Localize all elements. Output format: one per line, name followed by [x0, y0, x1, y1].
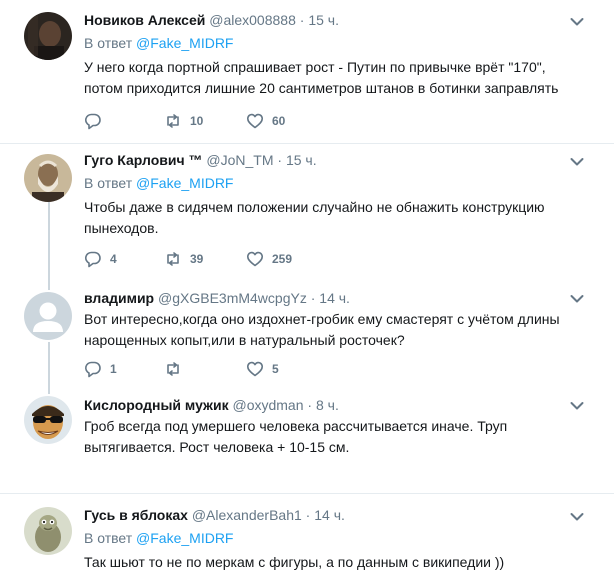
like-icon [246, 361, 264, 377]
timestamp[interactable]: 14 ч. [314, 507, 345, 523]
more-menu-button[interactable] [570, 17, 584, 27]
timestamp[interactable]: 15 ч. [286, 152, 317, 168]
display-name[interactable]: Гусь в яблоках [84, 507, 188, 523]
retweet-icon [167, 362, 179, 376]
chevron-down-icon [570, 18, 584, 26]
retweet-icon [167, 114, 179, 128]
default-avatar-image [24, 292, 72, 340]
tweet-text: Вот интересно,когда оно издохнет-гробик … [84, 311, 560, 348]
tweet-text: У него когда портной спрашивает рост - П… [84, 59, 559, 96]
more-menu-button[interactable] [570, 157, 584, 167]
timestamp[interactable]: 14 ч. [319, 290, 350, 306]
avatar[interactable] [24, 507, 72, 555]
tweet-text: Так шьют то не по меркам с фигуры, а по … [84, 554, 505, 570]
chevron-down-icon [570, 402, 584, 410]
user-handle[interactable]: @gXGBE3mM4wcpgYz [158, 290, 307, 306]
separator: · [299, 12, 305, 28]
tweet[interactable]: Гусь в яблоках @AlexanderBah1 · 14 ч. В … [0, 494, 614, 584]
tweet-header: Кислородный мужик @oxydman · 8 ч. [84, 396, 584, 414]
reply-context: В ответ @Fake_MIDRF [84, 529, 584, 547]
like-count: 60 [272, 114, 286, 128]
reply-count: 1 [110, 362, 117, 376]
user-handle[interactable]: @AlexanderBah1 [192, 507, 302, 523]
like-icon [246, 251, 264, 267]
reply-button[interactable] [84, 112, 164, 130]
reply-prefix: В ответ [84, 35, 133, 51]
retweet-icon [167, 252, 179, 266]
reply-prefix: В ответ [84, 175, 133, 191]
like-button[interactable]: 60 [246, 112, 326, 130]
reply-context: В ответ @Fake_MIDRF [84, 34, 584, 52]
more-menu-button[interactable] [570, 512, 584, 522]
user-handle[interactable]: @oxydman [232, 397, 303, 413]
user-handle[interactable]: @alex008888 [209, 12, 296, 28]
tweet[interactable]: владимир @gXGBE3mM4wcpgYz · 14 ч. Вот ин… [0, 284, 614, 388]
avatar-image [24, 12, 72, 60]
like-count: 259 [272, 252, 293, 266]
reply-icon [85, 361, 101, 378]
display-name[interactable]: Новиков Алексей [84, 12, 205, 28]
tweet-text: Гроб всегда под умершего человека рассчи… [84, 418, 508, 455]
tweet[interactable]: Кислородный мужик @oxydman · 8 ч. Гроб в… [0, 388, 614, 494]
reply-to-link[interactable]: @Fake_MIDRF [136, 530, 233, 546]
avatar[interactable] [24, 154, 72, 202]
user-handle[interactable]: @JoN_TM [206, 152, 273, 168]
tweet[interactable]: Гуго Карлович ™ @JoN_TM · 15 ч. В ответ … [0, 144, 614, 284]
reply-context: В ответ @Fake_MIDRF [84, 174, 584, 192]
retweet-count: 10 [190, 114, 204, 128]
retweet-button[interactable] [164, 360, 246, 378]
tweet-header: Новиков Алексей @alex008888 · 15 ч. [84, 11, 584, 29]
chevron-down-icon [570, 513, 584, 521]
like-count: 5 [272, 362, 279, 376]
retweet-button[interactable]: 39 [164, 250, 246, 268]
chevron-down-icon [570, 295, 584, 303]
avatar-image [24, 396, 72, 444]
retweet-button[interactable]: 10 [164, 112, 246, 130]
display-name[interactable]: Гуго Карлович ™ [84, 152, 202, 168]
avatar-image [24, 507, 72, 555]
timestamp[interactable]: 15 ч. [308, 12, 339, 28]
avatar-image [24, 154, 72, 202]
avatar[interactable] [24, 396, 72, 444]
tweet-header: Гусь в яблоках @AlexanderBah1 · 14 ч. [84, 506, 584, 524]
separator: · [305, 507, 311, 523]
reply-count: 4 [110, 252, 117, 266]
tweet-header: Гуго Карлович ™ @JoN_TM · 15 ч. [84, 151, 584, 169]
more-menu-button[interactable] [570, 401, 584, 411]
reply-button[interactable]: 4 [84, 250, 164, 268]
like-button[interactable]: 259 [246, 250, 326, 268]
thread-line [48, 388, 50, 394]
separator: · [277, 152, 283, 168]
reply-feed: Новиков Алексей @alex008888 · 15 ч. В от… [0, 0, 614, 584]
retweet-count: 39 [190, 252, 204, 266]
separator: · [307, 397, 313, 413]
tweet[interactable]: Новиков Алексей @alex008888 · 15 ч. В от… [0, 0, 614, 144]
reply-prefix: В ответ [84, 530, 133, 546]
more-menu-button[interactable] [570, 294, 584, 304]
like-icon [246, 113, 264, 129]
reply-icon [85, 251, 101, 268]
thread-line [48, 342, 50, 388]
reply-button[interactable]: 1 [84, 360, 164, 378]
tweet-text: Чтобы даже в сидячем положении случайно … [84, 199, 545, 236]
thread-line [48, 284, 50, 290]
tweet-header: владимир @gXGBE3mM4wcpgYz · 14 ч. [84, 289, 584, 307]
reply-icon [85, 113, 101, 130]
reply-to-link[interactable]: @Fake_MIDRF [136, 35, 233, 51]
display-name[interactable]: владимир [84, 290, 154, 306]
separator: · [310, 290, 316, 306]
chevron-down-icon [570, 158, 584, 166]
timestamp[interactable]: 8 ч. [316, 397, 339, 413]
thread-line [48, 202, 50, 284]
display-name[interactable]: Кислородный мужик [84, 397, 229, 413]
avatar[interactable] [24, 12, 72, 60]
avatar[interactable] [24, 292, 72, 340]
reply-to-link[interactable]: @Fake_MIDRF [136, 175, 233, 191]
like-button[interactable]: 5 [246, 360, 326, 378]
